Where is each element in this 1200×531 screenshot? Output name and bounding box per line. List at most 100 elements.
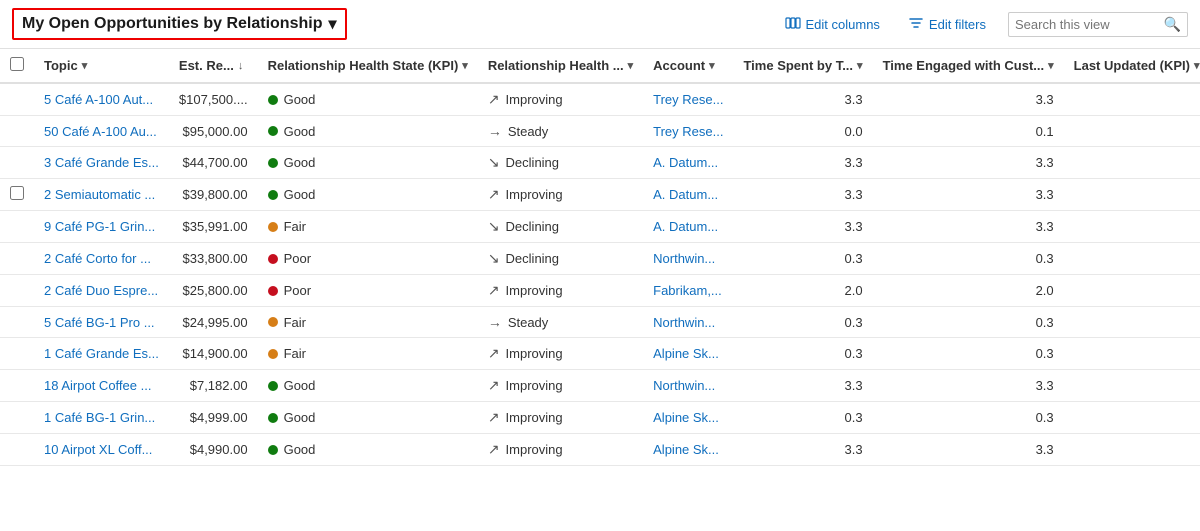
row-checkbox-cell xyxy=(0,402,34,434)
topic-link[interactable]: 2 Café Corto for ... xyxy=(44,251,151,266)
col-header-kpi-state[interactable]: Relationship Health State (KPI) ▾ xyxy=(258,49,478,83)
search-input[interactable] xyxy=(1015,17,1158,32)
table-row: 2 Café Duo Espre...$25,800.00Poor↗Improv… xyxy=(0,275,1200,307)
kpi-dot xyxy=(268,445,278,455)
account-link[interactable]: Alpine Sk... xyxy=(653,410,719,425)
row-topic[interactable]: 2 Café Corto for ... xyxy=(34,243,169,275)
row-topic[interactable]: 2 Café Duo Espre... xyxy=(34,275,169,307)
row-topic[interactable]: 1 Café Grande Es... xyxy=(34,338,169,370)
trend-label: Declining xyxy=(506,251,559,266)
row-time-spent: 3.3 xyxy=(733,179,872,211)
trend-icon: → xyxy=(488,123,502,139)
row-kpi-trend: ↗Improving xyxy=(478,275,643,307)
account-link[interactable]: Northwin... xyxy=(653,315,715,330)
topic-link[interactable]: 2 Semiautomatic ... xyxy=(44,187,155,202)
topic-link[interactable]: 10 Airpot XL Coff... xyxy=(44,442,152,457)
row-checkbox-cell xyxy=(0,338,34,370)
select-all-checkbox[interactable] xyxy=(10,57,24,71)
topic-link[interactable]: 5 Café BG-1 Pro ... xyxy=(44,315,155,330)
kpi-dot xyxy=(268,317,278,327)
topic-link[interactable]: 5 Café A-100 Aut... xyxy=(44,92,153,107)
table-row: 9 Café PG-1 Grin...$35,991.00Fair↘Declin… xyxy=(0,211,1200,243)
row-account[interactable]: Alpine Sk... xyxy=(643,402,733,434)
trend-label: Improving xyxy=(506,410,563,425)
row-topic[interactable]: 5 Café BG-1 Pro ... xyxy=(34,307,169,338)
account-link[interactable]: A. Datum... xyxy=(653,187,718,202)
account-link[interactable]: Alpine Sk... xyxy=(653,442,719,457)
row-account[interactable]: Alpine Sk... xyxy=(643,338,733,370)
col-header-time-engaged[interactable]: Time Engaged with Cust... ▾ xyxy=(873,49,1064,83)
edit-filters-button[interactable]: Edit filters xyxy=(902,11,992,38)
col-header-checkbox xyxy=(0,49,34,83)
row-time-engaged: 3.3 xyxy=(873,211,1064,243)
row-topic[interactable]: 50 Café A-100 Au... xyxy=(34,116,169,147)
topic-link[interactable]: 3 Café Grande Es... xyxy=(44,155,159,170)
row-account[interactable]: Northwin... xyxy=(643,370,733,402)
page-title: My Open Opportunities by Relationship xyxy=(22,15,322,33)
row-topic[interactable]: 18 Airpot Coffee ... xyxy=(34,370,169,402)
row-kpi-trend: ↗ Improving xyxy=(478,338,643,370)
table-row: 50 Café A-100 Au...$95,000.00Good→Steady… xyxy=(0,116,1200,147)
row-checkbox-cell xyxy=(0,370,34,402)
col-header-est-revenue[interactable]: Est. Re... ↓ xyxy=(169,49,258,83)
topic-link[interactable]: 18 Airpot Coffee ... xyxy=(44,378,151,393)
row-account[interactable]: Alpine Sk... xyxy=(643,434,733,466)
row-account[interactable]: A. Datum... xyxy=(643,211,733,243)
title-chevron[interactable]: ▾ xyxy=(328,14,336,34)
table-row: 1 Café BG-1 Grin...$4,999.00Good↗Improvi… xyxy=(0,402,1200,434)
topic-link[interactable]: 1 Café BG-1 Grin... xyxy=(44,410,155,425)
row-account[interactable]: Trey Rese... xyxy=(643,83,733,116)
trend-icon: ↘ xyxy=(488,218,500,235)
account-link[interactable]: A. Datum... xyxy=(653,219,718,234)
edit-columns-button[interactable]: Edit columns xyxy=(779,11,886,38)
col-header-last-updated[interactable]: Last Updated (KPI) ▾ xyxy=(1064,49,1200,83)
row-time-engaged: 3.3 xyxy=(873,83,1064,116)
row-topic[interactable]: 10 Airpot XL Coff... xyxy=(34,434,169,466)
row-est-revenue: $95,000.00 xyxy=(169,116,258,147)
row-account[interactable]: Northwin... xyxy=(643,307,733,338)
topic-link[interactable]: 1 Café Grande Es... xyxy=(44,346,159,361)
kpi-dot xyxy=(268,381,278,391)
kpi-dot xyxy=(268,413,278,423)
row-account[interactable]: A. Datum... xyxy=(643,179,733,211)
account-link[interactable]: Alpine Sk... xyxy=(653,346,719,361)
topic-link[interactable]: 9 Café PG-1 Grin... xyxy=(44,219,155,234)
account-link[interactable]: A. Datum... xyxy=(653,155,718,170)
row-kpi-state: Good xyxy=(258,116,478,147)
topic-link[interactable]: 2 Café Duo Espre... xyxy=(44,283,158,298)
trend-label: Improving xyxy=(506,346,563,361)
row-time-spent: 3.3 xyxy=(733,434,872,466)
trend-icon: ↗ xyxy=(488,345,500,362)
account-link[interactable]: Northwin... xyxy=(653,378,715,393)
row-topic[interactable]: 3 Café Grande Es... xyxy=(34,147,169,179)
account-link[interactable]: Trey Rese... xyxy=(653,124,723,139)
row-account[interactable]: A. Datum... xyxy=(643,147,733,179)
row-checkbox-cell xyxy=(0,434,34,466)
row-topic[interactable]: 9 Café PG-1 Grin... xyxy=(34,211,169,243)
row-checkbox[interactable] xyxy=(10,186,24,200)
col-header-topic[interactable]: Topic ▾ xyxy=(34,49,169,83)
row-time-engaged: 3.3 xyxy=(873,179,1064,211)
row-topic[interactable]: 1 Café BG-1 Grin... xyxy=(34,402,169,434)
col-header-time-spent[interactable]: Time Spent by T... ▾ xyxy=(733,49,872,83)
row-kpi-state: Good xyxy=(258,179,478,211)
col-topic-label: Topic xyxy=(44,58,78,73)
trend-label: Improving xyxy=(506,442,563,457)
account-link[interactable]: Fabrikam,... xyxy=(653,283,722,298)
row-topic[interactable]: 5 Café A-100 Aut... xyxy=(34,83,169,116)
kpi-dot xyxy=(268,349,278,359)
row-account[interactable]: Fabrikam,... xyxy=(643,275,733,307)
account-link[interactable]: Northwin... xyxy=(653,251,715,266)
row-account[interactable]: Trey Rese... xyxy=(643,116,733,147)
row-account[interactable]: Northwin... xyxy=(643,243,733,275)
col-header-account[interactable]: Account ▾ xyxy=(643,49,733,83)
row-est-revenue: $7,182.00 xyxy=(169,370,258,402)
account-link[interactable]: Trey Rese... xyxy=(653,92,723,107)
topic-link[interactable]: 50 Café A-100 Au... xyxy=(44,124,157,139)
row-time-spent: 3.3 xyxy=(733,211,872,243)
trend-icon: ↘ xyxy=(488,154,500,171)
row-topic[interactable]: 2 Semiautomatic ... xyxy=(34,179,169,211)
row-kpi-trend: ↘Declining xyxy=(478,243,643,275)
col-header-kpi-trend[interactable]: Relationship Health ... ▾ xyxy=(478,49,643,83)
kpi-dot xyxy=(268,254,278,264)
